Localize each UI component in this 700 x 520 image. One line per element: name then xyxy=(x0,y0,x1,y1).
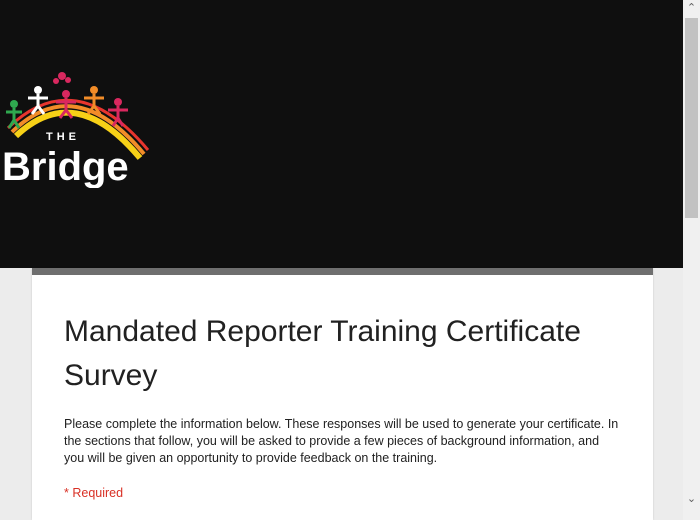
logo-large-wordmark: Bridge xyxy=(2,145,129,188)
required-note: * Required xyxy=(64,486,124,500)
form-description: Please complete the information below. T… xyxy=(64,417,619,465)
form-title: Mandated Reporter Training Certificate S… xyxy=(64,315,581,392)
vertical-scrollbar[interactable]: ⌃ ⌄ xyxy=(683,0,700,520)
logo-small-wordmark: THE xyxy=(46,131,80,143)
chevron-down-icon[interactable]: ⌄ xyxy=(683,491,700,508)
scrollbar-thumb[interactable] xyxy=(685,18,698,218)
the-bridge-logo: THE Bridge xyxy=(2,72,150,188)
form-header-card: Mandated Reporter Training Certificate S… xyxy=(32,268,653,520)
chevron-up-icon[interactable]: ⌃ xyxy=(683,0,700,17)
header-banner: THE Bridge xyxy=(0,0,683,268)
card-accent-bar xyxy=(32,268,653,275)
